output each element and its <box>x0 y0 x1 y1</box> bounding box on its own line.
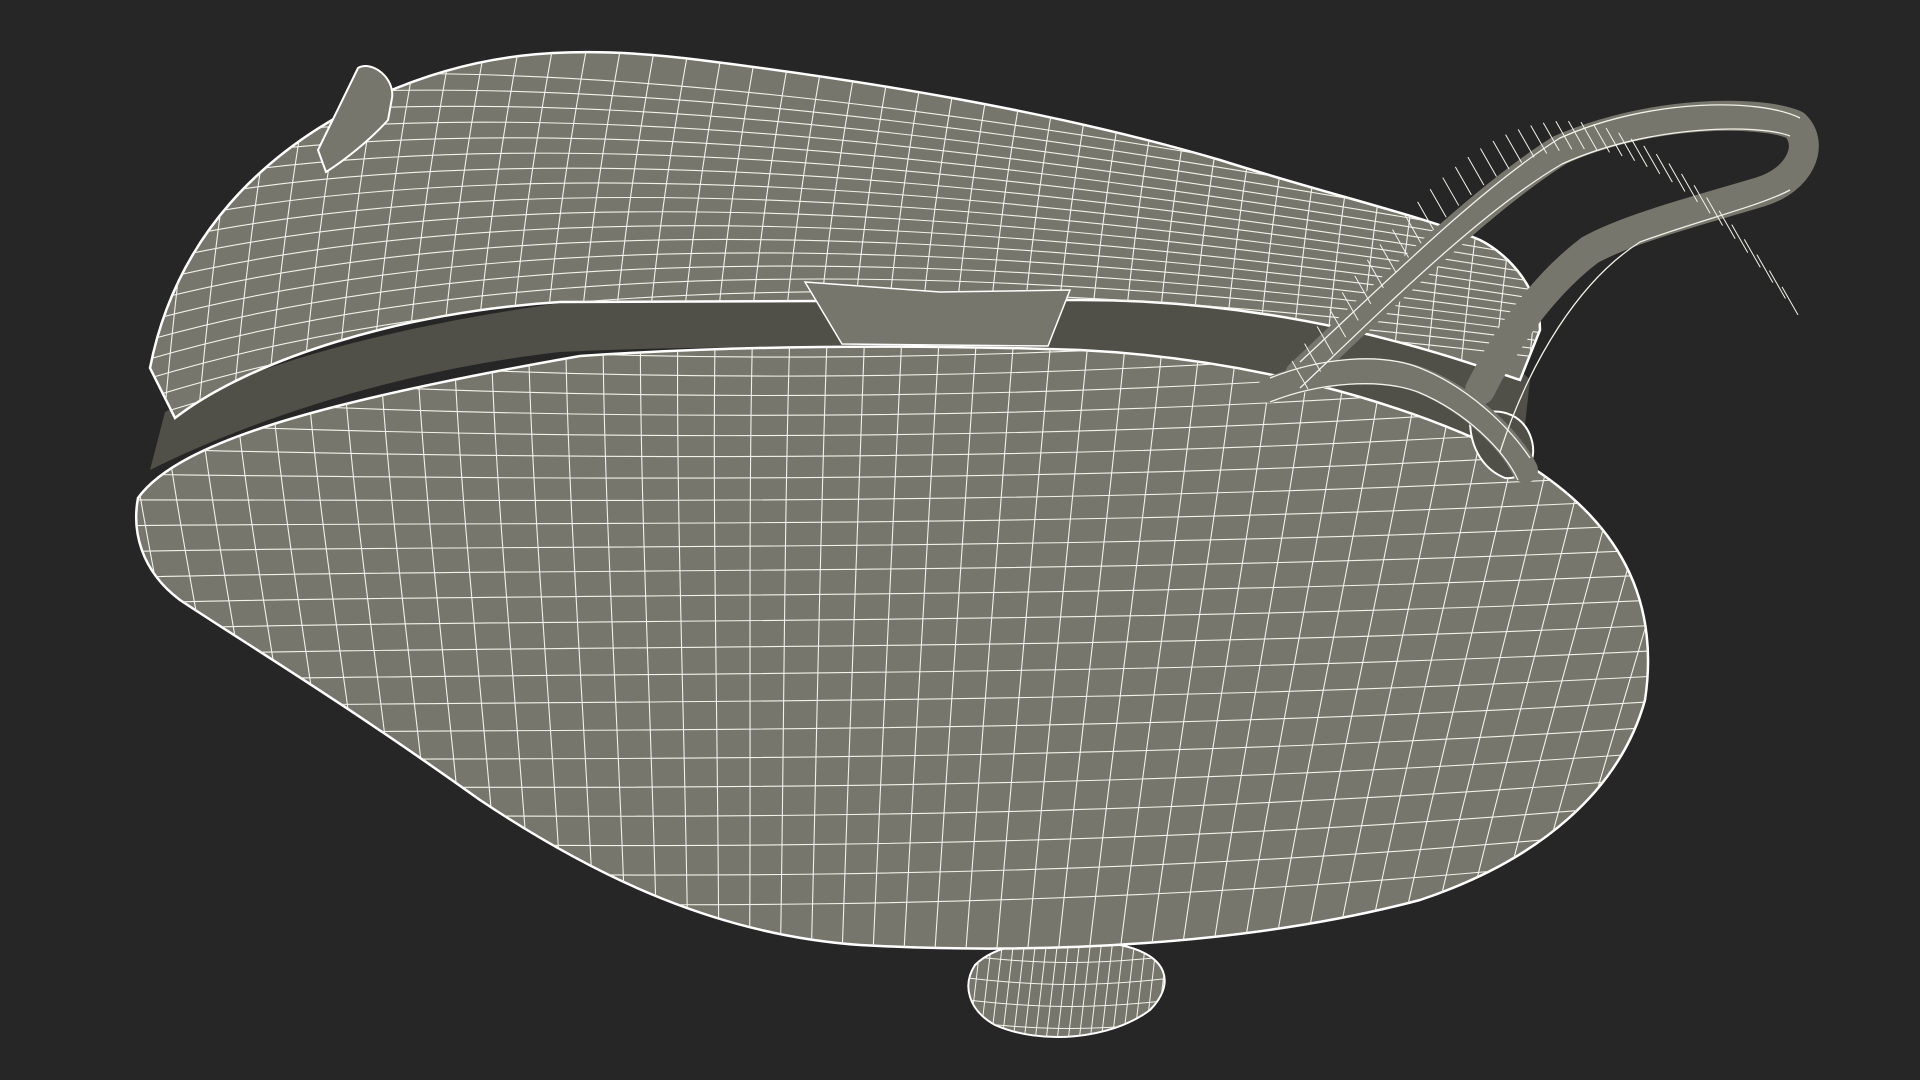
handle-rib <box>1492 140 1510 170</box>
handle-rib <box>1505 134 1523 163</box>
handle-rib <box>1756 254 1774 283</box>
handle-rib <box>1655 153 1673 183</box>
render-viewport <box>0 0 1920 1080</box>
wire-line <box>1523 52 1540 419</box>
handle-rib <box>1429 189 1447 218</box>
handle-rib <box>1668 163 1686 192</box>
seam-notch <box>803 281 1072 347</box>
handle-rib <box>1517 129 1535 158</box>
handle-rib <box>1467 156 1485 186</box>
handle-rib <box>1781 286 1799 316</box>
wireframe-model <box>135 50 1819 1038</box>
handle-rib <box>1480 148 1497 177</box>
handle-rib <box>1643 145 1661 175</box>
wheel-surface <box>967 939 1166 1038</box>
body-surface <box>135 345 1650 950</box>
handle-rib <box>1454 166 1472 196</box>
handle-rib <box>1731 224 1749 253</box>
wire-line <box>136 346 169 949</box>
handle-rib <box>1769 270 1786 299</box>
handle-rib <box>1442 177 1460 206</box>
handle-rib <box>1630 138 1648 167</box>
handle-rib <box>1743 239 1761 268</box>
